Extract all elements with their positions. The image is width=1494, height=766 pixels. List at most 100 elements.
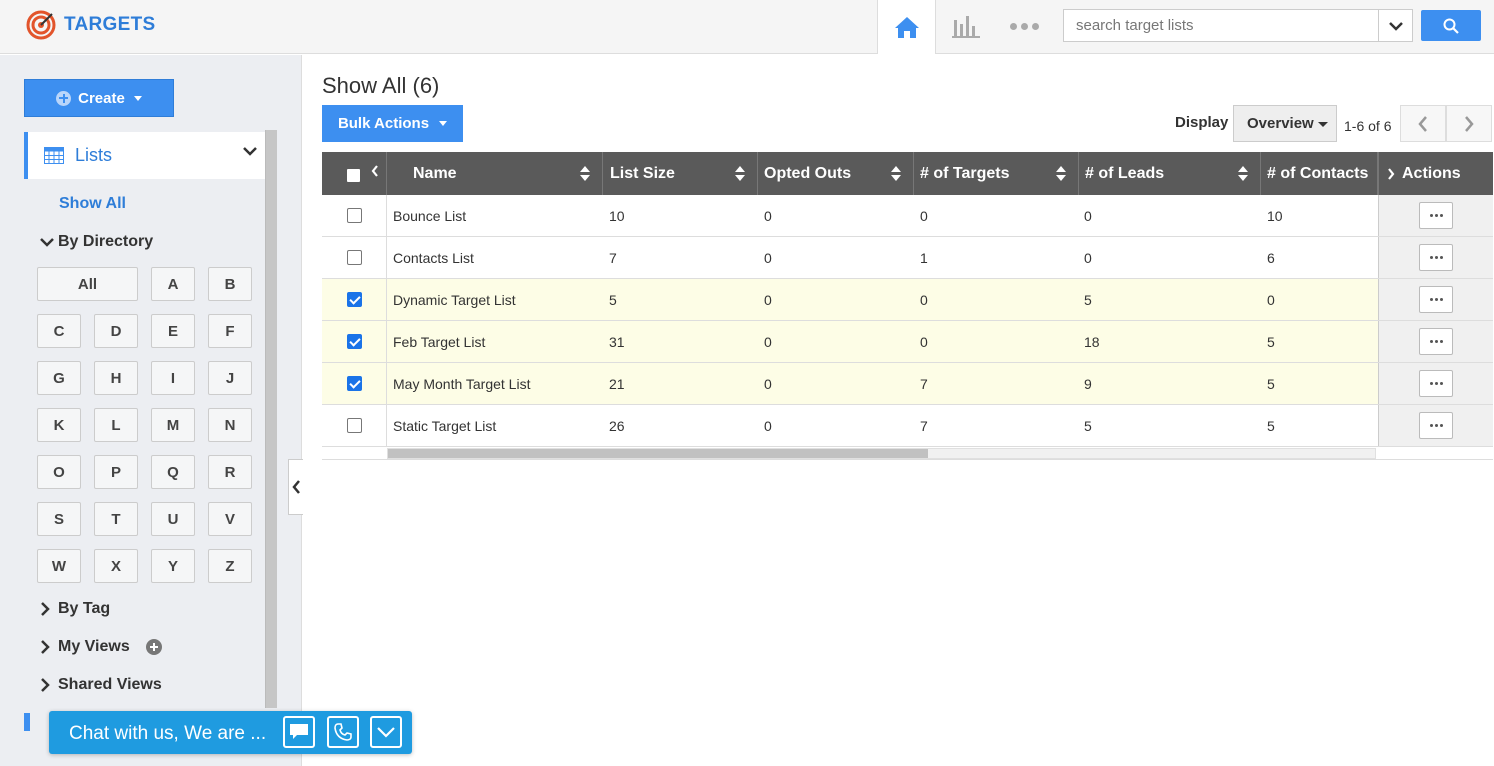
row-actions-button[interactable] (1419, 244, 1453, 271)
home-button[interactable] (877, 0, 936, 54)
prev-page-button[interactable] (1400, 105, 1446, 142)
row-actions-button[interactable] (1419, 370, 1453, 397)
letter-button[interactable]: F (208, 314, 252, 348)
letter-button[interactable]: L (94, 408, 138, 442)
cell-list-size: 5 (609, 291, 617, 308)
sidebar-item-lists[interactable]: Lists (24, 132, 265, 179)
letter-button[interactable]: H (94, 361, 138, 395)
letter-button[interactable]: K (37, 408, 81, 442)
cell-list-size: 26 (609, 417, 625, 434)
cell-name[interactable]: May Month Target List (393, 363, 530, 404)
select-all-checkbox[interactable] (347, 169, 360, 182)
more-dot (1439, 382, 1443, 385)
display-select[interactable]: Overview (1233, 105, 1337, 142)
bulk-actions-button[interactable]: Bulk Actions (322, 105, 463, 142)
column-header-name[interactable]: Name (387, 152, 603, 195)
table-row[interactable]: May Month Target List 21 0 7 9 5 (322, 363, 1493, 405)
letter-button[interactable]: S (37, 502, 81, 536)
letter-button[interactable]: U (151, 502, 195, 536)
letter-button[interactable]: X (94, 549, 138, 583)
column-header-opted-outs[interactable]: Opted Outs (758, 152, 914, 195)
table-row[interactable]: Bounce List 10 0 0 0 10 (322, 195, 1493, 237)
letter-button[interactable]: N (208, 408, 252, 442)
chat-call-button[interactable] (327, 716, 359, 748)
next-page-button[interactable] (1446, 105, 1492, 142)
column-header-contacts[interactable]: # of Contacts (1261, 152, 1378, 195)
row-actions-button[interactable] (1419, 286, 1453, 313)
sidebar-collapse-button[interactable] (288, 459, 303, 515)
letter-button[interactable]: A (151, 267, 195, 301)
cell-targets: 0 (920, 333, 928, 350)
scrollbar-thumb[interactable] (388, 449, 928, 458)
calendar-grid-icon (44, 147, 64, 164)
table-row[interactable]: Dynamic Target List 5 0 0 5 0 (322, 279, 1493, 321)
letter-button[interactable]: Q (151, 455, 195, 489)
letter-button[interactable]: V (208, 502, 252, 536)
letter-button[interactable]: Y (151, 549, 195, 583)
row-actions-button[interactable] (1419, 328, 1453, 355)
more-dot (1439, 340, 1443, 343)
my-views-toggle[interactable]: My Views (40, 638, 162, 656)
chat-minimize-button[interactable] (370, 716, 402, 748)
cell-name[interactable]: Contacts List (393, 237, 474, 278)
letter-all-button[interactable]: All (37, 267, 138, 301)
row-checkbox[interactable] (346, 334, 362, 349)
letter-button[interactable]: O (37, 455, 81, 489)
cell-leads: 5 (1084, 291, 1092, 308)
row-checkbox[interactable] (346, 250, 362, 265)
row-checkbox[interactable] (346, 418, 362, 433)
reports-button[interactable] (947, 10, 985, 42)
chevron-right-icon[interactable] (1387, 167, 1395, 180)
letter-button[interactable]: W (37, 549, 81, 583)
sidebar-scrollbar[interactable] (265, 130, 277, 708)
row-actions-button[interactable] (1419, 412, 1453, 439)
chevron-left-icon[interactable] (371, 165, 379, 177)
column-header-list-size[interactable]: List Size (603, 152, 758, 195)
row-checkbox[interactable] (346, 292, 362, 307)
letter-button[interactable]: M (151, 408, 195, 442)
letter-button[interactable]: B (208, 267, 252, 301)
sidebar: Create Lists Show All By Directory All A… (0, 55, 302, 766)
cell-opted-outs: 0 (764, 249, 772, 266)
column-label: Name (413, 164, 457, 182)
show-all-link[interactable]: Show All (59, 195, 126, 213)
search-input[interactable] (1064, 10, 1378, 41)
chat-message-button[interactable] (283, 716, 315, 748)
search-button[interactable] (1421, 10, 1481, 41)
table-row[interactable]: Contacts List 7 0 1 0 6 (322, 237, 1493, 279)
table-horizontal-scrollbar[interactable] (387, 448, 1376, 459)
letter-button[interactable]: J (208, 361, 252, 395)
cell-name[interactable]: Dynamic Target List (393, 279, 516, 320)
row-checkbox[interactable] (346, 376, 362, 391)
table-row[interactable]: Static Target List 26 0 7 5 5 (322, 405, 1493, 447)
create-button[interactable]: Create (24, 79, 174, 117)
table-row[interactable]: Feb Target List 31 0 0 18 5 (322, 321, 1493, 363)
letter-button[interactable]: G (37, 361, 81, 395)
shared-views-toggle[interactable]: Shared Views (40, 676, 162, 694)
letter-button[interactable]: Z (208, 549, 252, 583)
chat-widget[interactable]: Chat with us, We are ... (49, 711, 412, 754)
cell-name[interactable]: Bounce List (393, 195, 466, 236)
cell-actions (1378, 321, 1493, 362)
more-icon[interactable] (1004, 10, 1044, 42)
cell-name[interactable]: Static Target List (393, 405, 496, 446)
letter-button[interactable]: I (151, 361, 195, 395)
column-header-leads[interactable]: # of Leads (1079, 152, 1261, 195)
cell-name[interactable]: Feb Target List (393, 321, 485, 362)
row-actions-button[interactable] (1419, 202, 1453, 229)
letter-button[interactable]: E (151, 314, 195, 348)
letter-button[interactable]: C (37, 314, 81, 348)
letter-button[interactable]: R (208, 455, 252, 489)
by-directory-toggle[interactable]: By Directory (40, 233, 153, 251)
search-dropdown-button[interactable] (1378, 10, 1412, 41)
caret-down-icon (1318, 122, 1328, 127)
app-brand[interactable]: TARGETS (26, 10, 155, 40)
add-view-icon[interactable] (145, 639, 162, 655)
letter-button[interactable]: T (94, 502, 138, 536)
row-checkbox[interactable] (346, 208, 362, 223)
letter-button[interactable]: P (94, 455, 138, 489)
letter-button[interactable]: D (94, 314, 138, 348)
column-header-targets[interactable]: # of Targets (914, 152, 1079, 195)
more-dot (1439, 298, 1443, 301)
by-tag-toggle[interactable]: By Tag (40, 600, 110, 618)
